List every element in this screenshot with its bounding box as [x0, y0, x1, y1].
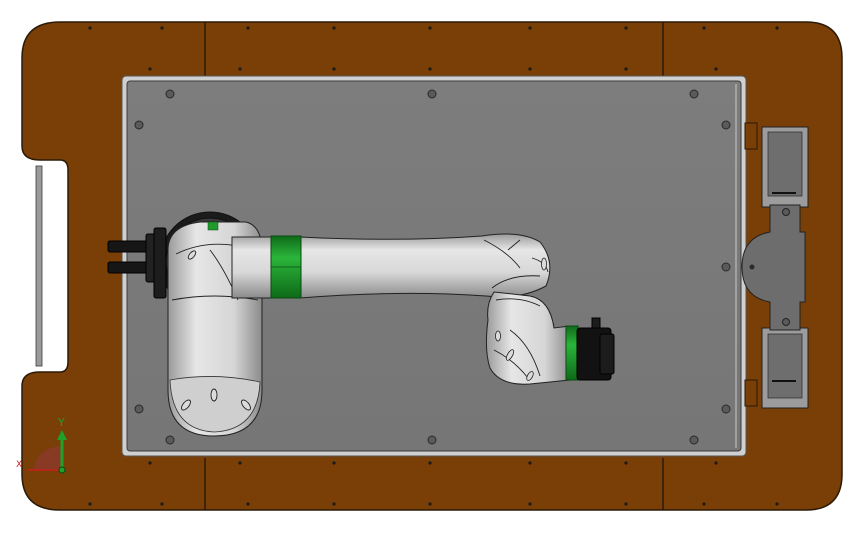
rail-tab	[744, 379, 758, 407]
triad-z-axis	[58, 466, 66, 474]
rail-screw	[749, 264, 755, 270]
shoulder-indicator	[207, 221, 219, 231]
end-effector-cap	[599, 333, 615, 375]
rail-screw	[782, 318, 790, 326]
upper-link-mark	[541, 257, 547, 271]
base-connector	[153, 227, 167, 299]
triad-x-label: X	[16, 460, 22, 470]
handle-rail	[35, 165, 43, 367]
cad-viewport[interactable]: Y X	[0, 0, 867, 533]
rail-screw	[782, 208, 790, 216]
end-effector-tab	[591, 317, 601, 329]
rail-tab	[744, 122, 758, 150]
triad-y-label: Y	[57, 416, 65, 429]
joint-ring-wrist	[565, 325, 579, 381]
clamp-slot-bottom	[767, 333, 803, 399]
clamp-slot-top	[767, 131, 803, 197]
